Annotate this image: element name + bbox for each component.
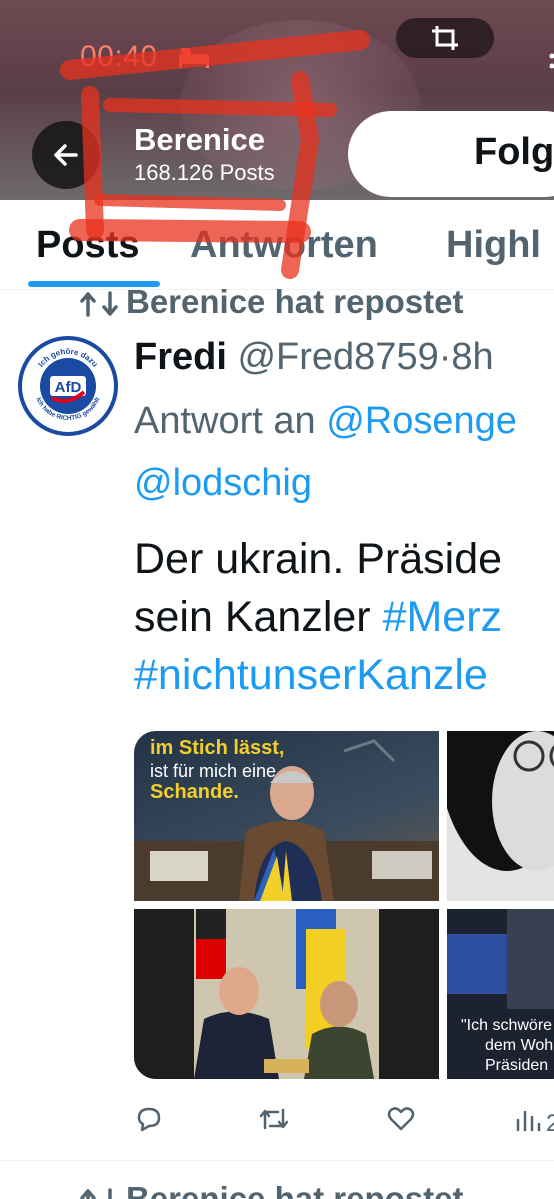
reply-prefix: Antwort an bbox=[134, 400, 316, 442]
follow-button[interactable]: Folg bbox=[348, 111, 554, 197]
like-icon[interactable] bbox=[386, 1104, 416, 1134]
repost-icon-next bbox=[80, 1188, 112, 1199]
avatar[interactable]: Ich gehöre dazu Ich habe RICHTIG gewählt… bbox=[18, 336, 118, 436]
tweet-author-line: Fredi @Fred8759·8h bbox=[134, 336, 494, 379]
next-repost-indicator: Berenice hat repostet bbox=[80, 1180, 463, 1199]
media-caption-4c: Präsiden bbox=[485, 1057, 549, 1074]
media-image-4[interactable]: "Ich schwöre dem Woh Präsiden bbox=[447, 909, 554, 1079]
author-handle[interactable]: @Fred8759 bbox=[237, 336, 438, 378]
media-caption-4b: dem Woh bbox=[485, 1037, 554, 1054]
tab-replies[interactable]: Antworten bbox=[190, 224, 378, 267]
media-image-3[interactable] bbox=[134, 909, 439, 1079]
hashtag-merz[interactable]: #Merz bbox=[383, 593, 502, 641]
repost-action-icon[interactable] bbox=[258, 1104, 290, 1134]
crop-pill[interactable] bbox=[396, 18, 494, 58]
crop-icon bbox=[432, 26, 458, 50]
sleep-focus-icon bbox=[179, 48, 209, 68]
tweet-time: ·8h bbox=[438, 336, 494, 378]
profile-tabs: Posts Antworten Highl bbox=[0, 200, 554, 290]
media-image-3-art bbox=[134, 909, 439, 1079]
media-caption-1c: Schande. bbox=[150, 781, 239, 803]
repost-icon bbox=[80, 291, 118, 318]
reply-icon[interactable] bbox=[134, 1104, 164, 1134]
tweet-text-plain: sein Kanzler bbox=[134, 593, 383, 641]
profile-name: Berenice bbox=[134, 122, 265, 157]
status-time: 00:40 bbox=[80, 40, 158, 73]
author-name[interactable]: Fredi bbox=[134, 336, 227, 378]
profile-banner: 00:40 Berenice 168.126 Posts Folg bbox=[0, 0, 554, 200]
reply-mention-2[interactable]: @lodschig bbox=[134, 462, 312, 505]
media-caption-1a: im Stich lässt, bbox=[150, 737, 285, 759]
afd-badge-avatar: Ich gehöre dazu Ich habe RICHTIG gewählt… bbox=[24, 342, 112, 430]
back-button[interactable] bbox=[32, 121, 100, 189]
media-image-1[interactable]: im Stich lässt, ist für mich eine Schand… bbox=[134, 731, 439, 901]
repost-indicator: Berenice hat repostet bbox=[80, 283, 463, 321]
repost-label: Berenice hat repostet bbox=[126, 283, 464, 320]
next-repost-label: Berenice hat repostet bbox=[126, 1180, 464, 1199]
profile-posts-count: 168.126 Posts bbox=[134, 160, 275, 185]
media-image-2[interactable] bbox=[447, 731, 554, 901]
views-count: 2 bbox=[546, 1110, 554, 1137]
arrow-left-icon bbox=[54, 144, 78, 166]
tweet-media-grid: im Stich lässt, ist für mich eine Schand… bbox=[134, 731, 554, 1079]
reply-context: Antwort an @Rosenge bbox=[134, 400, 517, 443]
hashtag-nichtunserkanzler[interactable]: #nichtunserKanzle bbox=[134, 646, 502, 704]
avatar-text-center: AfD bbox=[55, 379, 82, 396]
tweet-actions bbox=[134, 1104, 554, 1144]
tweet-divider bbox=[0, 1160, 554, 1161]
views-icon[interactable] bbox=[514, 1104, 544, 1134]
more-icon[interactable] bbox=[544, 52, 554, 72]
tab-posts[interactable]: Posts bbox=[36, 224, 139, 267]
tweet-text: Der ukrain. Präside sein Kanzler #Merz #… bbox=[134, 530, 502, 704]
tweet-text-line-1: Der ukrain. Präside bbox=[134, 535, 503, 583]
reply-mention-1[interactable]: @Rosenge bbox=[326, 400, 517, 442]
media-caption-4a: "Ich schwöre bbox=[461, 1017, 553, 1034]
tab-highlights[interactable]: Highl bbox=[446, 224, 541, 267]
tweet-text-line-2: sein Kanzler #Merz bbox=[134, 588, 502, 646]
media-caption-1b: ist für mich eine bbox=[150, 761, 277, 781]
media-image-2-art bbox=[447, 731, 554, 901]
